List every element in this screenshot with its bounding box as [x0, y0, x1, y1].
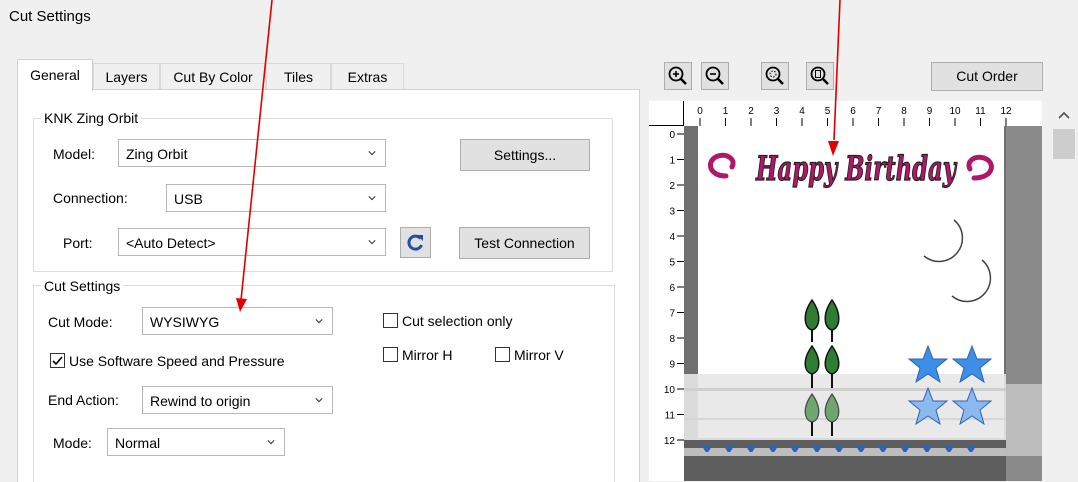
star-icon — [907, 344, 993, 426]
mirror-v-checkbox[interactable] — [495, 347, 510, 362]
ruler-tick-label: 3 — [774, 106, 780, 117]
ruler-tick-label: 1 — [723, 106, 729, 117]
zoom-page-icon — [810, 66, 829, 85]
tab-cut-by-color[interactable]: Cut By Color — [160, 63, 266, 90]
zoom-fit-icon — [765, 66, 784, 85]
ruler-tick-label: 0 — [669, 130, 675, 141]
tab-layers[interactable]: Layers — [93, 63, 160, 90]
swirl-left-icon — [708, 152, 736, 179]
ruler-tick-label: 2 — [748, 106, 754, 117]
zoom-out-button[interactable] — [701, 62, 729, 90]
window-title: Cut Settings — [9, 8, 91, 25]
checkmark-icon — [52, 356, 63, 366]
end-action-value: Rewind to origin — [150, 393, 251, 409]
ruler-tick-label: 0 — [697, 106, 703, 117]
refresh-port-button[interactable] — [400, 227, 431, 258]
cut-order-button[interactable]: Cut Order — [931, 62, 1043, 91]
connection-label: Connection: — [53, 190, 128, 206]
ruler-tick-label: 4 — [669, 232, 675, 243]
ruler-tick-label: 3 — [669, 207, 675, 218]
use-software-speed-checkbox[interactable] — [50, 353, 65, 368]
tab-tiles[interactable]: Tiles — [266, 63, 331, 90]
end-action-dropdown[interactable]: Rewind to origin — [142, 386, 333, 414]
model-value: Zing Orbit — [126, 146, 188, 162]
cut-mode-value: WYSIWYG — [150, 314, 220, 330]
mode-label: Mode: — [53, 435, 92, 451]
ruler-tick-label: 6 — [669, 283, 675, 294]
mirror-h-checkbox[interactable] — [383, 347, 398, 362]
cut-mode-dropdown[interactable]: WYSIWYG — [142, 307, 333, 335]
ruler-tick-label: 8 — [901, 106, 907, 117]
cut-selection-only-label: Cut selection only — [402, 313, 513, 329]
scroll-up-icon[interactable] — [1050, 101, 1078, 129]
mode-value: Normal — [115, 435, 161, 451]
scrollbar-thumb[interactable] — [1053, 129, 1075, 159]
chevron-down-icon — [368, 240, 376, 245]
ruler-tick-label: 12 — [1000, 106, 1012, 117]
chevron-down-icon — [368, 196, 376, 201]
cut-settings-group-title: Cut Settings — [41, 278, 124, 294]
ruler-tick-label: 1 — [669, 156, 675, 167]
ruler-tick-label: 4 — [799, 106, 805, 117]
ruler-tick-label: 11 — [975, 106, 986, 117]
ruler-tick-label: 10 — [664, 385, 676, 396]
refresh-icon — [407, 234, 423, 251]
vertical-scrollbar[interactable] — [1050, 101, 1078, 481]
port-value: <Auto Detect> — [126, 235, 216, 251]
model-dropdown[interactable]: Zing Orbit — [118, 139, 386, 167]
chevron-down-icon — [368, 151, 376, 156]
port-dropdown[interactable]: <Auto Detect> — [118, 228, 386, 256]
horizontal-ruler: 0 1 2 3 4 5 6 7 8 9 10 11 12 — [684, 101, 1042, 126]
ruler-tick-label: 9 — [927, 106, 933, 117]
ruler-tick-label: 5 — [825, 106, 831, 117]
chevron-down-icon — [267, 440, 275, 445]
tab-extras[interactable]: Extras — [331, 63, 404, 90]
mode-dropdown[interactable]: Normal — [107, 428, 285, 456]
ruler-corner — [649, 101, 684, 126]
mat-handle-dot — [1025, 436, 1033, 444]
port-label: Port: — [63, 235, 93, 251]
zoom-out-icon — [705, 66, 724, 85]
ruler-tick-label: 6 — [850, 106, 856, 117]
tick-marker-row — [702, 446, 976, 452]
use-software-speed-label: Use Software Speed and Pressure — [69, 353, 285, 369]
chevron-down-icon — [315, 398, 323, 403]
zoom-in-button[interactable] — [664, 62, 692, 90]
settings-button[interactable]: Settings... — [460, 139, 590, 171]
ruler-tick-label: 7 — [669, 309, 675, 320]
swirl-right-icon — [966, 154, 994, 181]
cutter-group-title: KNK Zing Orbit — [41, 110, 142, 126]
ruler-tick-label: 7 — [876, 106, 882, 117]
leaf-icon — [804, 298, 840, 436]
vertical-ruler: 0 1 2 3 4 5 6 7 8 9 10 11 12 — [649, 126, 684, 481]
mirror-v-label: Mirror V — [514, 347, 564, 363]
happy-birthday-text: Happy Birthday — [755, 149, 957, 189]
design-preview: Happy Birthday — [702, 148, 994, 452]
ruler-tick-label: 12 — [664, 436, 676, 447]
mirror-h-label: Mirror H — [402, 347, 453, 363]
ruler-tick-label: 2 — [669, 181, 675, 192]
connection-dropdown[interactable]: USB — [166, 184, 386, 212]
zoom-in-icon — [668, 66, 687, 85]
tab-general[interactable]: General — [17, 59, 93, 91]
cut-selection-only-checkbox[interactable] — [383, 313, 398, 328]
zoom-fit-button[interactable] — [761, 62, 789, 90]
test-connection-button[interactable]: Test Connection — [459, 227, 590, 259]
chevron-down-icon — [315, 319, 323, 324]
connection-value: USB — [174, 191, 203, 207]
ruler-tick-label: 8 — [669, 334, 675, 345]
ruler-tick-label: 10 — [949, 106, 961, 117]
model-label: Model: — [53, 146, 96, 162]
cut-mode-label: Cut Mode: — [48, 314, 113, 330]
ruler-tick-label: 5 — [669, 258, 675, 269]
zoom-page-button[interactable] — [806, 62, 834, 90]
moon-icon — [923, 219, 992, 303]
ruler-tick-label: 11 — [665, 411, 676, 422]
end-action-label: End Action: — [48, 392, 119, 408]
ruler-tick-label: 9 — [669, 360, 675, 371]
